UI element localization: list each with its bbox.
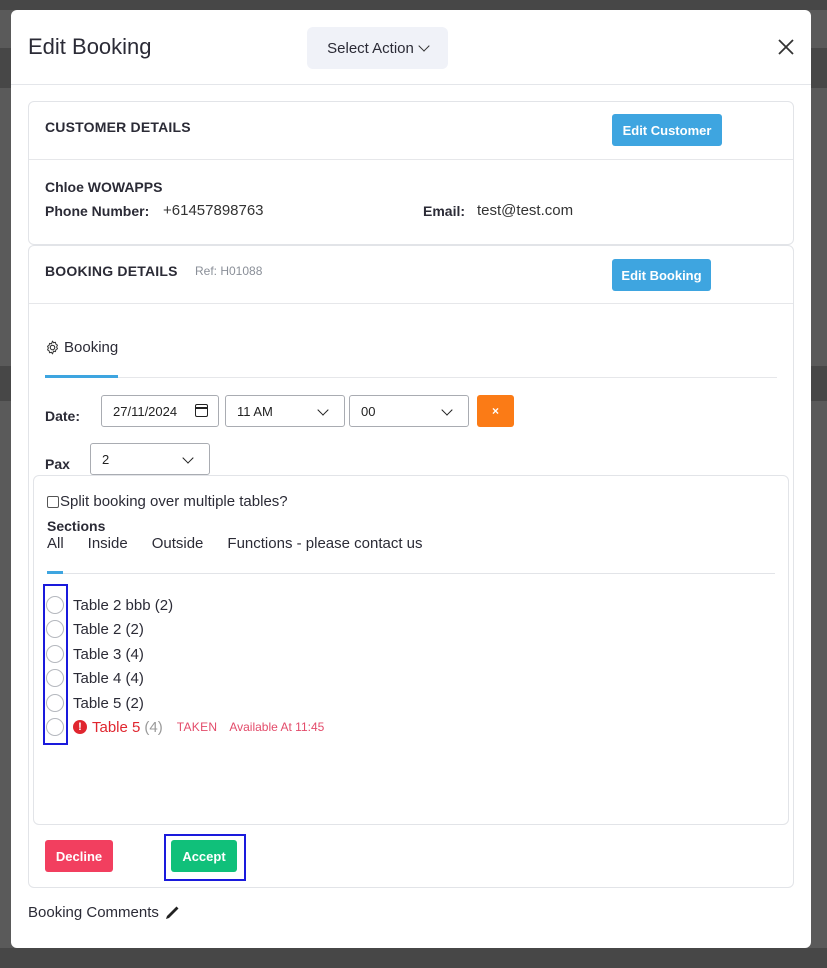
table-pax: (2) (125, 620, 144, 638)
table-name: Table 5 (92, 718, 141, 736)
tab-inside[interactable]: Inside (88, 535, 128, 552)
decline-button[interactable]: Decline (45, 840, 113, 872)
available-at: Available At 11:45 (229, 720, 325, 734)
hour-value: 11 AM (237, 403, 273, 419)
table-pax: (2) (125, 694, 144, 712)
tab-all[interactable]: All (47, 535, 64, 552)
date-input[interactable]: 27/11/2024 (101, 395, 219, 427)
tab-booking-label: Booking (64, 339, 119, 356)
highlight-box (43, 584, 68, 745)
split-booking-label: Split booking over multiple tables? (60, 493, 288, 510)
table-pax: (2) (154, 596, 174, 614)
gear-icon (47, 340, 58, 355)
sections-label: Sections (47, 518, 106, 534)
minute-value: 00 (361, 403, 376, 419)
booking-details-card: BOOKING DETAILS Ref: H01088 Edit Booking… (28, 245, 794, 888)
chevron-down-icon (317, 404, 329, 416)
chevron-down-icon (441, 404, 453, 416)
booking-details-heading: BOOKING DETAILS (45, 263, 178, 279)
pax-select[interactable]: 2 (90, 443, 210, 475)
pax-value: 2 (102, 451, 110, 467)
close-icon[interactable] (777, 38, 795, 56)
booking-comments-label: Booking Comments (28, 904, 159, 921)
edit-booking-modal: Edit Booking Select Action CUSTOMER DETA… (11, 10, 811, 948)
hour-select[interactable]: 11 AM (225, 395, 345, 427)
card-divider (29, 159, 793, 160)
customer-details-card: CUSTOMER DETAILS Edit Customer Chloe WOW… (28, 101, 794, 245)
tab-outside[interactable]: Outside (152, 535, 204, 552)
table-pax: (4) (125, 645, 144, 663)
booking-ref: Ref: H01088 (195, 264, 263, 278)
date-label: Date: (45, 408, 81, 424)
phone-label: Phone Number: (45, 203, 150, 219)
select-action-dropdown[interactable]: Select Action (307, 27, 448, 69)
date-value: 27/11/2024 (113, 403, 178, 419)
alert-icon: ! (73, 720, 87, 734)
modal-title: Edit Booking (28, 34, 152, 59)
tab-booking[interactable]: Booking (45, 339, 118, 356)
tab-divider (45, 377, 777, 378)
section-tabs: All Inside Outside Functions - please co… (47, 535, 447, 552)
backdrop-top (0, 0, 827, 10)
table-name: Table 2 bbb (73, 596, 151, 614)
card-divider (29, 303, 793, 304)
chevron-down-icon (182, 452, 194, 464)
email-label: Email: (423, 203, 466, 219)
booking-comments[interactable]: Booking Comments (28, 904, 180, 921)
pax-label: Pax (45, 456, 70, 472)
edit-customer-button[interactable]: Edit Customer (612, 114, 722, 146)
edit-booking-button[interactable]: Edit Booking (612, 259, 711, 291)
table-name: Table 5 (73, 694, 122, 712)
clear-time-button[interactable]: × (477, 395, 514, 427)
pencil-icon[interactable] (164, 905, 180, 921)
table-pax: (4) (144, 718, 163, 736)
select-action-label: Select Action (327, 39, 414, 57)
phone-value: +61457898763 (163, 202, 264, 219)
calendar-icon[interactable] (195, 404, 208, 417)
email-value: test@test.com (477, 202, 574, 219)
table-name: Table 2 (73, 620, 122, 638)
table-name: Table 3 (73, 645, 122, 663)
section-divider (47, 573, 775, 574)
section-active-indicator (47, 571, 63, 574)
table-pax: (4) (125, 669, 144, 687)
table-row-taken[interactable]: ! Table 5 (4) TAKEN Available At 11:45 (46, 715, 324, 739)
chevron-down-icon (418, 40, 430, 52)
customer-details-heading: CUSTOMER DETAILS (45, 119, 191, 135)
backdrop-bottom (0, 948, 827, 968)
tab-functions[interactable]: Functions - please contact us (227, 535, 422, 552)
table-name: Table 4 (73, 669, 122, 687)
taken-status: TAKEN (176, 720, 218, 734)
tab-active-indicator (45, 375, 118, 378)
customer-name: Chloe WOWAPPS (45, 179, 163, 195)
minute-select[interactable]: 00 (349, 395, 469, 427)
highlight-box (164, 834, 246, 881)
modal-header: Edit Booking Select Action (11, 10, 811, 85)
split-booking-option[interactable]: Split booking over multiple tables? (47, 493, 288, 510)
table-selection-panel: Split booking over multiple tables? Sect… (33, 475, 789, 825)
split-booking-checkbox[interactable] (47, 495, 59, 508)
